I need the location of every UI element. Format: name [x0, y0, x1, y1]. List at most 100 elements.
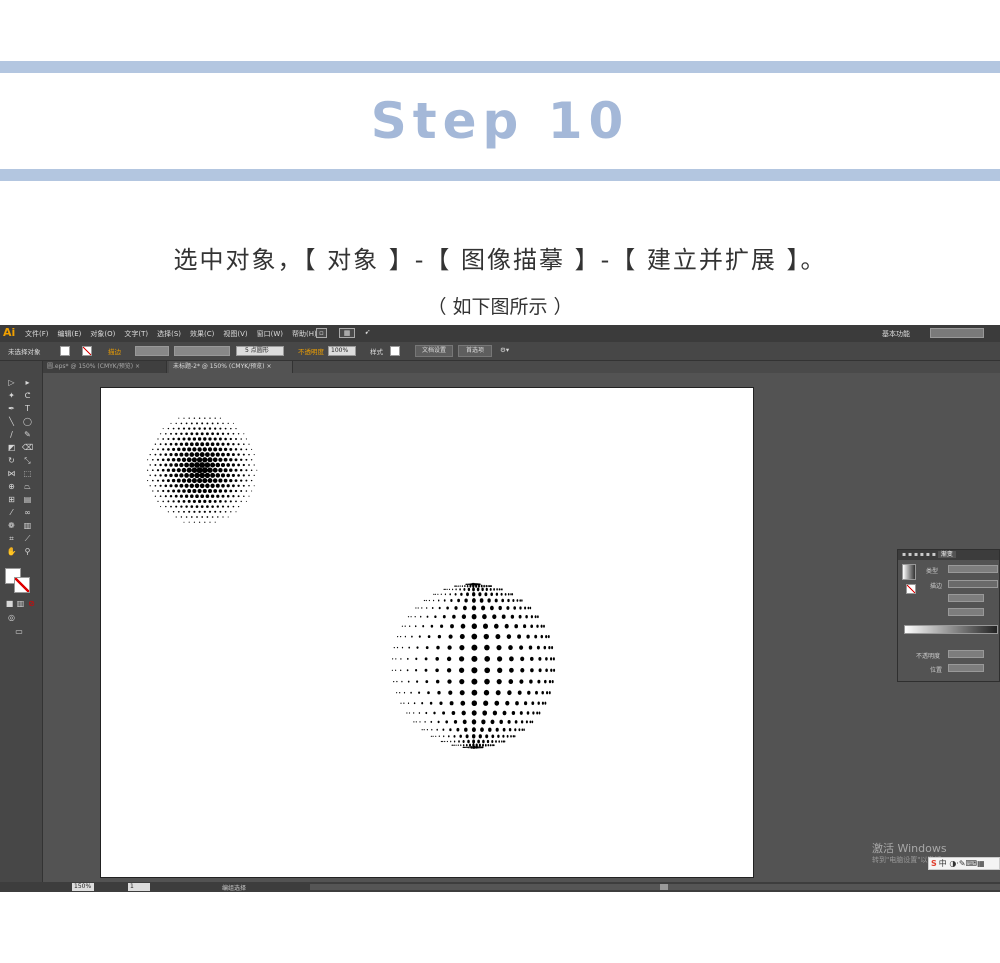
stroke-color-icon[interactable]	[14, 577, 30, 593]
top-band-2	[0, 169, 1000, 181]
perspective-tool-icon[interactable]: ⏢	[22, 482, 33, 492]
symbol-sprayer-tool-icon[interactable]: ❁	[6, 521, 17, 531]
zoom-field[interactable]: 150%	[72, 883, 94, 891]
menu-window[interactable]: 窗口(W)	[257, 329, 283, 339]
arrange-icon[interactable]: ⚙▾	[500, 346, 509, 354]
artboard-tool-icon[interactable]: ⌗	[6, 534, 17, 544]
ime-toolbar[interactable]: S中 ◑·✎⌨▦	[928, 857, 1000, 870]
eyedropper-tool-icon[interactable]: ⁄	[6, 508, 17, 518]
tab-document-2[interactable]: 未标题-2* @ 150% (CMYK/预览) ×	[169, 361, 293, 373]
aspect-field[interactable]	[948, 608, 984, 616]
menu-view[interactable]: 视图(V)	[223, 329, 247, 339]
gradient-type-field[interactable]	[948, 565, 998, 573]
artboard[interactable]	[100, 387, 754, 878]
pencil-tool-icon[interactable]: ✎	[22, 430, 33, 440]
direct-selection-tool-icon[interactable]: ▸	[22, 378, 33, 388]
opacity-label[interactable]: 不透明度	[298, 346, 324, 356]
hand-tool-icon[interactable]: ✋	[6, 547, 17, 557]
fill-swatch[interactable]	[60, 346, 70, 356]
tab-gradient[interactable]: 渐变	[937, 551, 956, 558]
send-icon[interactable]: ➹	[362, 328, 373, 338]
line-tool-icon[interactable]: ╲	[6, 417, 17, 427]
document-tabs: 圆.eps* @ 150% (CMYK/预览) × 未标题-2* @ 150% …	[43, 361, 1000, 373]
control-bar: 未选择对象 描边 5 点圆形 不透明度 100% 样式 文档设置 首选项 ⚙▾	[0, 342, 1000, 361]
scrollbar-thumb[interactable]	[660, 884, 668, 890]
ime-punct-icon[interactable]: ◑·✎⌨▦	[949, 859, 984, 868]
stroke-gradient-label: 描边	[930, 583, 943, 590]
gradient-stroke-swatch[interactable]	[906, 584, 916, 594]
arrange-documents-icon[interactable]: ▦	[339, 328, 355, 338]
gradient-tool-icon[interactable]: ▤	[22, 495, 33, 505]
position-label: 位置	[930, 667, 943, 674]
draw-mode-icon[interactable]: ◎	[6, 613, 17, 623]
zoom-tool-icon[interactable]: ⚲	[22, 547, 33, 557]
menu-help[interactable]: 帮助(H)	[292, 329, 317, 339]
color-mode-icon[interactable]: ■	[4, 599, 15, 609]
blend-tool-icon[interactable]: ∞	[22, 508, 33, 518]
angle-field[interactable]	[948, 594, 984, 602]
menu-items: 文件(F) 编辑(E) 对象(O) 文字(T) 选择(S) 效果(C) 视图(V…	[25, 329, 317, 339]
menu-effect[interactable]: 效果(C)	[190, 329, 214, 339]
page-field[interactable]: 1	[128, 883, 150, 891]
status-mode: 编组选择	[222, 885, 247, 892]
horizontal-scrollbar[interactable]	[310, 884, 1000, 890]
gradient-preview[interactable]	[902, 564, 916, 580]
width-tool-icon[interactable]: ⋈	[6, 469, 17, 479]
search-input[interactable]	[930, 328, 984, 338]
selection-status: 未选择对象	[8, 348, 41, 356]
mesh-tool-icon[interactable]: ⊞	[6, 495, 17, 505]
opacity-label: 不透明度	[916, 653, 941, 660]
menu-type[interactable]: 文字(T)	[124, 329, 148, 339]
menu-select[interactable]: 选择(S)	[157, 329, 181, 339]
menu-file[interactable]: 文件(F)	[25, 329, 49, 339]
screen-mode-icon[interactable]: ▭	[12, 627, 26, 637]
brush-label: 5 点圆形	[245, 347, 269, 354]
graph-tool-icon[interactable]: ▥	[22, 521, 33, 531]
app-logo: Ai	[3, 326, 16, 339]
sub-instruction: （ 如下图所示 ）	[427, 296, 573, 318]
halftone-artwork[interactable]	[101, 388, 755, 879]
style-swatch[interactable]	[390, 346, 400, 356]
preferences-button[interactable]: 首选项	[458, 345, 492, 357]
menu-object[interactable]: 对象(O)	[90, 329, 115, 339]
gradient-mode-icon[interactable]: ▥	[15, 599, 26, 609]
brush-field[interactable]: 5 点圆形	[236, 346, 284, 356]
workspace-switcher[interactable]: 基本功能	[882, 329, 910, 339]
stroke-gradient-field[interactable]	[948, 580, 998, 588]
ime-mode-label[interactable]: 中	[939, 859, 947, 868]
tools-panel: ▷ ▸ ✦ ᕦ ✒ T ╲ ◯ ∕ ✎ ◩ ⌫ ↻ ⤡ ⋈ ⬚ ⊕ ⏢ ⊞ ▤ …	[0, 361, 43, 892]
variable-width-field[interactable]	[174, 346, 230, 356]
ellipse-tool-icon[interactable]: ◯	[22, 417, 33, 427]
stroke-swatch[interactable]	[82, 346, 92, 356]
status-bar: 150% 1 编组选择	[0, 882, 1000, 892]
type-tool-icon[interactable]: T	[22, 404, 33, 414]
document-setup-button[interactable]: 文档设置	[415, 345, 453, 357]
menu-edit[interactable]: 编辑(E)	[58, 329, 82, 339]
selection-tool-icon[interactable]: ▷	[6, 378, 17, 388]
tab-document-1[interactable]: 圆.eps* @ 150% (CMYK/预览) ×	[43, 361, 167, 373]
stroke-label[interactable]: 描边	[108, 346, 121, 356]
tab-label: 未标题-2* @ 150% (CMYK/预览)	[173, 363, 265, 370]
shape-builder-tool-icon[interactable]: ⊕	[6, 482, 17, 492]
bridge-icon[interactable]: ▫	[316, 328, 327, 338]
pen-tool-icon[interactable]: ✒	[6, 404, 17, 414]
slice-tool-icon[interactable]: ⟋	[22, 534, 33, 544]
opacity-field[interactable]: 100%	[328, 346, 356, 356]
blob-brush-tool-icon[interactable]: ◩	[6, 443, 17, 453]
magic-wand-tool-icon[interactable]: ✦	[6, 391, 17, 401]
gradient-type-label: 类型	[926, 568, 939, 575]
none-mode-icon[interactable]: ⊘	[26, 599, 37, 609]
gradient-slider[interactable]	[904, 625, 998, 634]
lasso-tool-icon[interactable]: ᕦ	[22, 391, 33, 401]
eraser-tool-icon[interactable]: ⌫	[22, 443, 33, 453]
stroke-weight-field[interactable]	[135, 346, 169, 356]
top-band-1	[0, 61, 1000, 73]
menu-bar: Ai 文件(F) 编辑(E) 对象(O) 文字(T) 选择(S) 效果(C) 视…	[0, 325, 1000, 342]
brush-tool-icon[interactable]: ∕	[6, 430, 17, 440]
panel-tab-icons[interactable]: ▪ ▪ ▪ ▪ ▪ ▪	[902, 551, 938, 558]
rotate-tool-icon[interactable]: ↻	[6, 456, 17, 466]
scale-tool-icon[interactable]: ⤡	[22, 456, 33, 466]
opacity-field[interactable]	[948, 650, 984, 658]
position-field[interactable]	[948, 664, 984, 672]
free-transform-tool-icon[interactable]: ⬚	[22, 469, 33, 479]
